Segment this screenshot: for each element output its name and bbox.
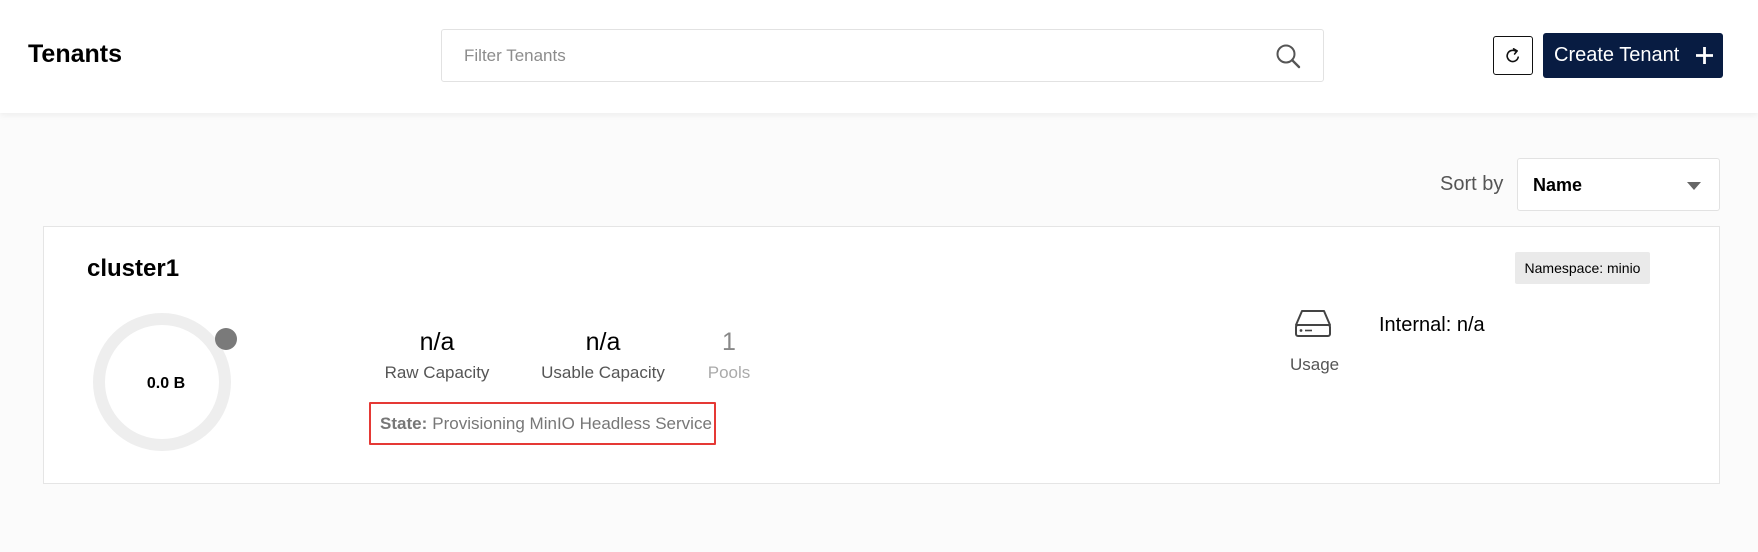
usable-capacity-metric: n/a Usable Capacity [528, 327, 678, 383]
metric-value: n/a [585, 328, 621, 356]
refresh-button[interactable] [1493, 36, 1533, 75]
usage-ring-dot [215, 328, 237, 350]
tenant-name[interactable]: cluster1 [87, 255, 179, 283]
search-icon[interactable] [1275, 43, 1301, 69]
metric-label: Usable Capacity [541, 363, 665, 382]
page-title: Tenants [28, 40, 122, 68]
state-value: Provisioning MinIO Headless Service [432, 413, 712, 433]
usage-ring-label: 0.0 B [146, 375, 186, 392]
create-tenant-label: Create Tenant [1554, 44, 1680, 66]
chevron-down-icon [1687, 182, 1701, 190]
usage-label: Usage [1290, 355, 1340, 374]
state-key: State: [380, 413, 428, 433]
pools-metric: 1 Pools [699, 327, 759, 383]
internal-usage: Internal: n/a [1379, 314, 1485, 336]
metric-value: n/a [419, 328, 455, 356]
metric-value: 1 [722, 328, 736, 356]
tenant-state: State: Provisioning MinIO Headless Servi… [369, 402, 716, 445]
refresh-icon [1506, 47, 1519, 62]
metric-label: Raw Capacity [384, 363, 490, 382]
sort-select[interactable]: Name [1517, 158, 1720, 211]
search-box[interactable] [441, 29, 1324, 82]
sort-by-label: Sort by [1440, 173, 1504, 195]
drive-icon [1295, 310, 1331, 337]
top-bar: Tenants Create Tenant [0, 0, 1758, 113]
raw-capacity-metric: n/a Raw Capacity [377, 327, 497, 383]
plus-icon [1696, 47, 1713, 64]
namespace-badge: Namespace: minio [1515, 252, 1650, 284]
search-input[interactable] [464, 30, 1264, 81]
tenant-card[interactable]: cluster1 Namespace: minio 0.0 B n/a Raw … [43, 226, 1720, 484]
create-tenant-button[interactable]: Create Tenant [1543, 33, 1723, 78]
metric-label: Pools [707, 363, 751, 382]
sort-selected-value: Name [1533, 175, 1583, 195]
